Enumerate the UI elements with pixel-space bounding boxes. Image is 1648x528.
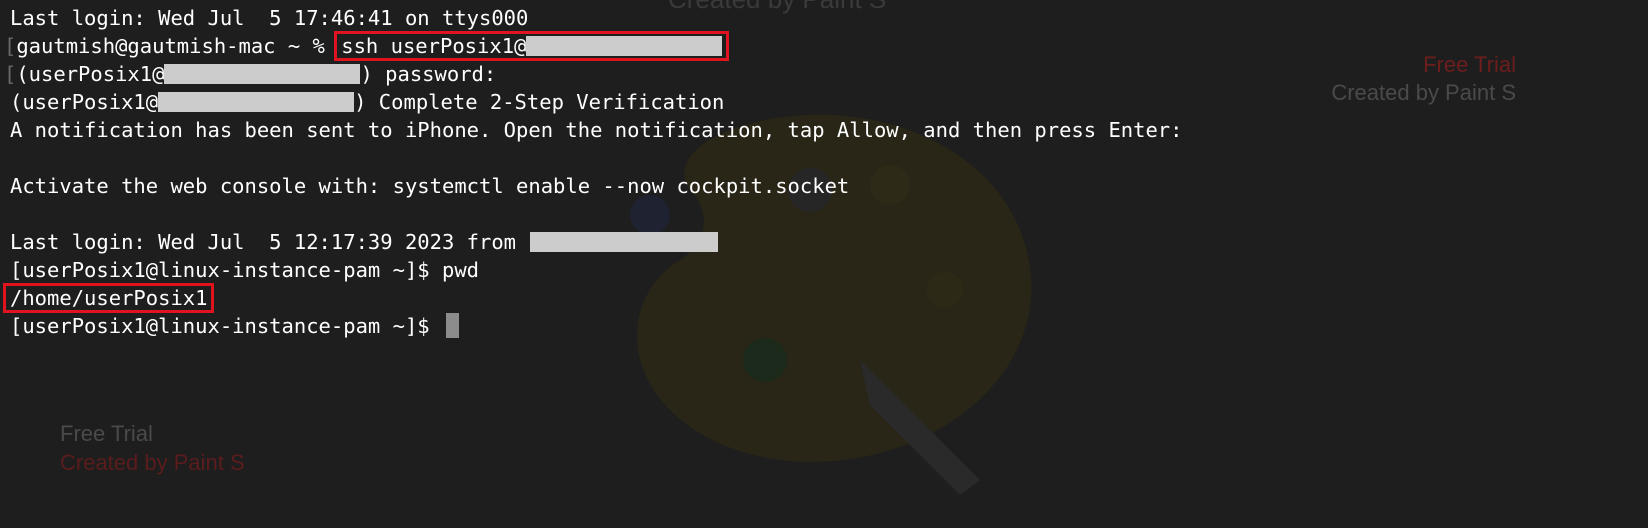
terminal-line: [gautmish@gautmish-mac ~ % ssh userPosix… (4, 31, 1648, 61)
remote-prompt: [userPosix1@linux-instance-pam ~]$ (10, 314, 442, 338)
two-step-prefix: (userPosix1@ (10, 90, 159, 114)
terminal-line: [[userPosix1@linux-instance-pam ~]$ pwd (10, 256, 1648, 284)
terminal-line: /home/userPosix1 (2, 283, 1648, 313)
pwd-output-highlight: /home/userPosix1 (2, 283, 215, 313)
terminal-line: Last login: Wed Jul 5 12:17:39 2023 from (10, 228, 1648, 256)
watermark-created-left: Created by Paint S (60, 450, 245, 475)
terminal-line: [(userPosix1@ ) password: (4, 60, 1648, 88)
pwd-output: /home/userPosix1 (10, 286, 208, 310)
terminal-line: [userPosix1@linux-instance-pam ~]$ (10, 312, 1648, 340)
terminal-line: Last login: Wed Jul 5 17:46:41 on ttys00… (10, 4, 1648, 32)
line-marker: [ (4, 62, 17, 86)
redacted-host (526, 35, 723, 56)
ssh-command: ssh userPosix1@ (341, 34, 527, 58)
remote-last-login-text: Last login: Wed Jul 5 12:17:39 2023 from (10, 230, 529, 254)
local-prompt: gautmish@gautmish-mac ~ % (16, 34, 338, 58)
notification-text: A notification has been sent to iPhone. … (10, 118, 1183, 142)
redacted-host (158, 91, 355, 112)
redacted-ip (530, 231, 719, 252)
pwd-command: pwd (441, 258, 480, 282)
remote-prompt: [userPosix1@linux-instance-pam ~]$ (10, 258, 442, 282)
password-prompt-prefix: (userPosix1@ (16, 62, 165, 86)
terminal-line: A notification has been sent to iPhone. … (10, 116, 1648, 144)
terminal-output[interactable]: Last login: Wed Jul 5 17:46:41 on ttys00… (2, 4, 1648, 340)
terminal-cursor[interactable] (445, 312, 459, 338)
terminal-window[interactable]: Created by Paint S Free Trial Created by… (0, 0, 1648, 528)
two-step-suffix: ) Complete 2-Step Verification (354, 90, 725, 114)
password-prompt-suffix: ) password: (360, 62, 497, 86)
last-login-text: Last login: Wed Jul 5 17:46:41 on ttys00… (10, 6, 529, 30)
ssh-command-highlight: ssh userPosix1@ (334, 31, 730, 61)
line-marker: [ (4, 34, 17, 58)
watermark-free-trial-left: Free Trial (60, 421, 153, 446)
web-console-text: Activate the web console with: systemctl… (10, 174, 850, 198)
terminal-line: (userPosix1@ ) Complete 2-Step Verificati… (10, 88, 1648, 116)
terminal-line: Activate the web console with: systemctl… (10, 172, 1648, 200)
redacted-host (164, 63, 361, 84)
